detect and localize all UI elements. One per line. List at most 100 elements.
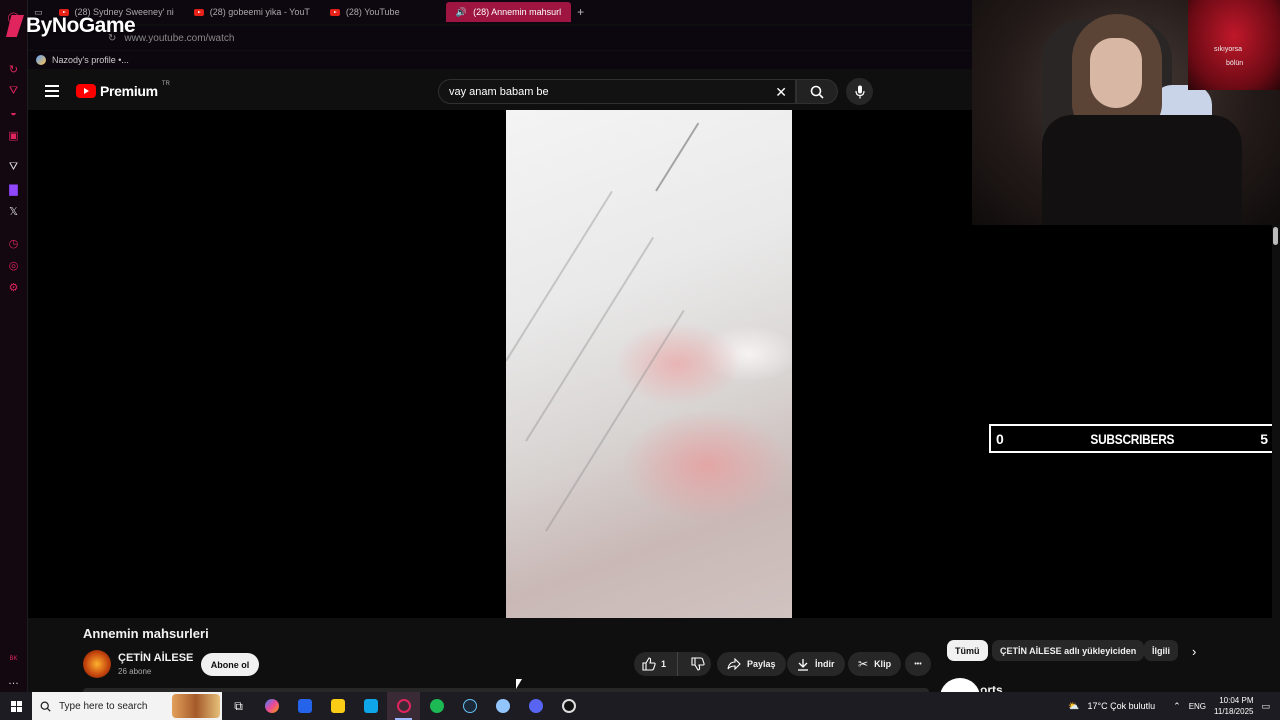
taskbar-discord[interactable] bbox=[519, 692, 552, 720]
taskbar-explorer[interactable] bbox=[321, 692, 354, 720]
address-bar[interactable]: ↻ www.youtube.com/watch bbox=[28, 26, 972, 50]
like-button[interactable]: 1 bbox=[634, 652, 678, 676]
browser-tab[interactable]: (28) gobeemi yika - YouT bbox=[184, 2, 320, 22]
tab-label: (28) Annemin mahsurl bbox=[473, 7, 562, 17]
start-button[interactable] bbox=[0, 692, 32, 720]
clip-button[interactable]: ✂ Klip bbox=[848, 652, 902, 676]
search-input[interactable]: vay anam babam be ✕ bbox=[438, 79, 796, 104]
spotify-icon bbox=[429, 699, 444, 713]
chevron-up-icon[interactable]: ⌃ bbox=[1173, 701, 1181, 712]
logo-text: ByNoGame bbox=[26, 14, 136, 37]
taskbar-app-gear[interactable] bbox=[486, 692, 519, 720]
browser-tab[interactable]: (28) YouTube bbox=[320, 2, 440, 22]
taskbar-opera-gx[interactable] bbox=[387, 692, 420, 720]
weather-text[interactable]: 17°C Çok bulutlu bbox=[1088, 701, 1156, 711]
clock-date: 11/18/2025 bbox=[1214, 707, 1254, 716]
channel-name[interactable]: ÇETİN AİLESE bbox=[118, 652, 193, 664]
x-icon[interactable]: 𝕏 bbox=[7, 204, 21, 218]
clock-time: 10:04 PM bbox=[1219, 696, 1254, 705]
subscribe-button[interactable]: Abone ol bbox=[201, 653, 259, 676]
language-indicator[interactable]: ENG bbox=[1189, 702, 1206, 711]
task-view-icon: ⧉ bbox=[234, 698, 243, 713]
clock[interactable]: 10:04 PM 11/18/2025 bbox=[1214, 695, 1253, 717]
youtube-play-icon bbox=[76, 84, 96, 98]
youtube-header: Premium TR vay anam babam be ✕ bbox=[28, 72, 972, 110]
dislike-button[interactable] bbox=[684, 657, 711, 671]
subscriber-counter: 0 SUBSCRIBERS 5 bbox=[989, 424, 1275, 453]
youtube-icon bbox=[329, 8, 340, 16]
like-count: 1 bbox=[661, 659, 667, 669]
counter-label: SUBSCRIBERS bbox=[1090, 430, 1174, 447]
messenger-icon[interactable]: ◎ bbox=[7, 258, 21, 272]
bookmark-item[interactable]: Nazody's profile •... bbox=[52, 55, 129, 65]
bookmarks-bar: Nazody's profile •... bbox=[28, 51, 972, 69]
notifications-icon[interactable]: ▭ bbox=[1261, 701, 1270, 712]
video-frame[interactable] bbox=[506, 110, 792, 618]
taskbar-obs[interactable] bbox=[552, 692, 585, 720]
scroll-thumb[interactable] bbox=[1273, 227, 1278, 245]
discord-icon bbox=[528, 699, 543, 713]
windows-taskbar: Type here to search ⧉ ⛅ 17°C Çok bulutlu… bbox=[0, 692, 1280, 720]
scissors-icon: ✂ bbox=[858, 657, 869, 671]
page-scrollbar[interactable] bbox=[1272, 225, 1280, 692]
chip-related[interactable]: İlgili bbox=[1144, 640, 1178, 661]
url-text: www.youtube.com/watch bbox=[124, 32, 235, 44]
channel-avatar[interactable] bbox=[83, 650, 111, 678]
folder-icon bbox=[330, 699, 345, 713]
steam-icon bbox=[462, 699, 477, 713]
chat-icon[interactable]: ◒ bbox=[7, 106, 21, 120]
obs-icon bbox=[561, 699, 576, 713]
taskbar-search-placeholder: Type here to search bbox=[59, 700, 148, 712]
search-icon bbox=[40, 701, 51, 712]
more-icon[interactable]: … bbox=[7, 674, 21, 688]
opera-gx-icon bbox=[396, 699, 411, 713]
clip-label: Klip bbox=[874, 659, 892, 669]
more-actions-button[interactable]: ••• bbox=[905, 652, 931, 676]
taskbar-mail[interactable] bbox=[354, 692, 387, 720]
taskbar-spotify[interactable] bbox=[420, 692, 453, 720]
clear-search-icon[interactable]: ✕ bbox=[775, 84, 787, 101]
weather-icon: ⛅ bbox=[1068, 700, 1080, 711]
twitch-icon[interactable]: ▇ bbox=[7, 182, 21, 196]
taskbar-search[interactable]: Type here to search bbox=[32, 692, 222, 720]
arc-icon[interactable]: ⛛ bbox=[7, 160, 21, 174]
download-label: İndir bbox=[815, 659, 835, 669]
chip-all[interactable]: Tümü bbox=[947, 640, 988, 661]
microphone-icon bbox=[854, 85, 865, 98]
youtube-brand: Premium bbox=[100, 83, 158, 99]
download-icon bbox=[798, 658, 808, 671]
share-icon bbox=[727, 658, 741, 670]
search-button[interactable] bbox=[796, 79, 838, 104]
download-button[interactable]: İndir bbox=[787, 652, 845, 676]
clock-icon[interactable]: ◷ bbox=[7, 236, 21, 250]
menu-icon[interactable] bbox=[45, 85, 59, 97]
new-tab-button[interactable]: + bbox=[571, 5, 590, 19]
overlay-caption: sıkıyorsa bbox=[1214, 46, 1243, 53]
youtube-logo[interactable]: Premium TR bbox=[76, 81, 170, 99]
bynogame-logo-icon bbox=[6, 15, 24, 37]
mail-icon[interactable]: ▣ bbox=[7, 128, 21, 142]
thumbs-down-icon bbox=[690, 657, 705, 671]
chevron-right-icon[interactable]: › bbox=[1192, 644, 1196, 659]
settings-icon[interactable]: ⚙ bbox=[7, 280, 21, 294]
task-view-button[interactable]: ⧉ bbox=[222, 692, 255, 720]
share-button[interactable]: Paylaş bbox=[717, 652, 786, 676]
search-icon bbox=[810, 85, 824, 99]
like-dislike-group: 1 bbox=[634, 652, 711, 676]
windows-logo-icon bbox=[10, 700, 22, 712]
reaction-overlay: sıkıyorsa bölün bbox=[1188, 0, 1280, 90]
taskbar-copilot[interactable] bbox=[255, 692, 288, 720]
bookmark-favicon-icon bbox=[36, 55, 46, 65]
tab-strip: ▭ (28) Sydney Sweeney' ni (28) gobeemi y… bbox=[28, 0, 972, 24]
taskbar-store[interactable] bbox=[288, 692, 321, 720]
chip-uploader[interactable]: ÇETİN AİLESE adlı yükleyiciden bbox=[992, 640, 1145, 661]
taskbar-steam[interactable] bbox=[453, 692, 486, 720]
history-icon[interactable]: ↻ bbox=[7, 62, 21, 76]
left-rail: ◯ ↻ ⛛ ◒ ▣ ⛛ ▇ 𝕏 ◷ ◎ ⚙ BK … bbox=[0, 0, 28, 692]
thumbs-up-icon bbox=[642, 657, 656, 671]
stream-logo: ByNoGame bbox=[6, 14, 136, 38]
browser-tab-active[interactable]: 🔊 (28) Annemin mahsurl bbox=[445, 2, 572, 22]
voice-search-button[interactable] bbox=[846, 78, 873, 105]
shop-icon[interactable]: ⛛ bbox=[7, 84, 21, 98]
speaker-icon[interactable]: 🔊 bbox=[456, 7, 467, 18]
